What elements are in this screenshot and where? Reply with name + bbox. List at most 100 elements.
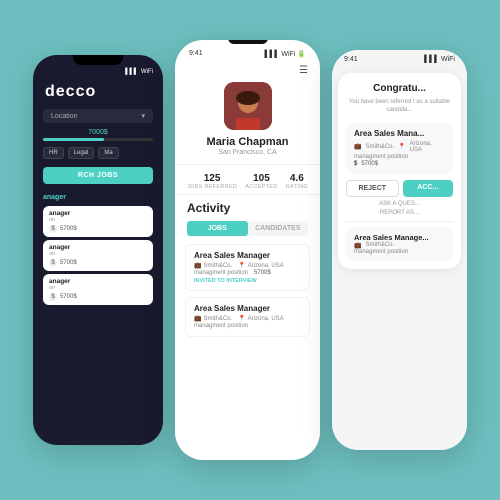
action-buttons: REJECT ACC... [346, 180, 453, 197]
ji-row-2: managment position 5700$ [194, 270, 301, 276]
job-location: on [49, 285, 147, 291]
salary-icon: $ [49, 293, 57, 301]
divider [346, 221, 453, 222]
phone-profile: 9:41 ▌▌▌ WiFi 🔋 ☰ Maria Chapman San Fran… [175, 40, 320, 460]
dropdown[interactable]: Location ▾ [43, 109, 153, 123]
ji-row-3: 💼 Smith&Co. 📍 Arizona, USA [194, 315, 301, 322]
stat-rating: 4.6 RATING [286, 173, 308, 190]
stat-jobs: 125 JOBS REFERRED [187, 173, 237, 190]
tag-hr[interactable]: HR [43, 147, 64, 159]
location-icon-3: 📍 [398, 143, 405, 150]
ask-question-link[interactable]: ASK A QUES... [346, 201, 453, 207]
salary-icon: $ [49, 259, 57, 267]
job-title: anager [49, 244, 147, 251]
role-row: managment position [354, 154, 445, 160]
dropdown-label: Location [51, 113, 77, 120]
ji-title-2: Area Sales Manager [194, 304, 301, 313]
tab-candidates[interactable]: CANDIDATES [248, 221, 309, 236]
signal-3: ▌▌▌ WiFi [424, 56, 455, 63]
user-name: Maria Chapman [175, 136, 320, 148]
location-icon: 📍 [238, 262, 245, 269]
signal-icons: ▌▌▌ WiFi 🔋 [265, 50, 306, 58]
ji-role: managment position [194, 270, 248, 276]
job-location: on [49, 251, 147, 257]
stat-label-jobs: JOBS REFERRED [187, 184, 237, 190]
reject-button[interactable]: REJECT [346, 180, 399, 197]
salary-label: 7000$ [43, 129, 153, 136]
salary-row-3: $ 5700$ [354, 161, 445, 167]
briefcase-icon: 💼 [194, 262, 201, 269]
stat-accepted: 105 ACCEPTED [245, 173, 277, 190]
salary-value: 5700$ [60, 294, 77, 300]
bottom-role-row: managment position [354, 249, 445, 255]
tag-legal[interactable]: Legal [68, 147, 95, 159]
avatar [224, 82, 272, 130]
stats-row: 125 JOBS REFERRED 105 ACCEPTED 4.6 RATIN… [175, 164, 320, 195]
ji-row-1: 💼 Smith&Co. 📍 Arizona, USA [194, 262, 301, 269]
salary-fill [43, 138, 104, 141]
job-card-3[interactable]: anager on $ 5700$ [43, 274, 153, 305]
congrats-modal: Congratu... You have been referred t as … [338, 73, 461, 269]
congrat-title: Congratu... [346, 83, 453, 94]
salary-row: $ 5700$ [49, 225, 147, 233]
salary-bar: 7000$ [43, 129, 153, 141]
job-title: anager [49, 210, 147, 217]
ji-company: Smith&Co. [203, 263, 232, 269]
stat-num-rating: 4.6 [286, 173, 308, 184]
salary-icon: $ [49, 225, 57, 233]
ji-company-2: Smith&Co. [203, 316, 232, 322]
menu-icon[interactable]: ☰ [175, 62, 320, 78]
ji-row-4: managment position [194, 323, 301, 329]
status-bar-3: 9:41 ▌▌▌ WiFi [332, 50, 467, 67]
dollar-icon: $ [354, 161, 357, 167]
signal-icon: ▌▌▌ [125, 69, 138, 75]
salary-track [43, 138, 153, 141]
salary-value: 5700$ [60, 226, 77, 232]
stat-label-accepted: ACCEPTED [245, 184, 277, 190]
ji-title-1: Area Sales Manager [194, 251, 301, 260]
notch-pill [228, 40, 268, 44]
congrat-subtitle: You have been referred t as a suitable c… [346, 98, 453, 115]
phone-congrats: 9:41 ▌▌▌ WiFi Congratu... You have been … [332, 50, 467, 450]
job-location: on [49, 217, 147, 223]
tab-jobs[interactable]: JOBS [187, 221, 248, 236]
salary-3: 5700$ [361, 161, 378, 167]
avatar-wrapper [175, 82, 320, 130]
job-card-2[interactable]: anager on $ 5700$ [43, 240, 153, 271]
status-bar: 9:41 ▌▌▌ WiFi 🔋 [175, 44, 320, 62]
user-location: San Francisco, CA [175, 149, 320, 156]
notch [73, 55, 123, 65]
ji-tag-invited: INVITED TO INTERVIEW [194, 278, 301, 284]
briefcase-icon-4: 💼 [354, 242, 361, 249]
job-item-1[interactable]: Area Sales Manager 💼 Smith&Co. 📍 Arizona… [185, 244, 310, 291]
phone-dark: ▌▌▌ WiFi decco Location ▾ 7000$ HR Legal… [33, 55, 163, 445]
briefcase-icon-3: 💼 [354, 143, 361, 150]
stat-label-rating: RATING [286, 184, 308, 190]
time-3: 9:41 [344, 56, 358, 63]
job-card-1[interactable]: anager on $ 5700$ [43, 206, 153, 237]
report-link[interactable]: REPORT AS... [346, 210, 453, 216]
ji-location-2: Arizona, USA [248, 316, 284, 322]
company-row: 💼 Smith&Co. 📍 Arizona, USA [354, 141, 445, 153]
company-name: Smith&Co. [365, 144, 394, 150]
ji-location-col-2: 📍 Arizona, USA [238, 315, 284, 322]
search-jobs-button[interactable]: RCH JOBS [43, 167, 153, 184]
bottom-role: managment position [354, 249, 408, 255]
tag-row: HR Legal Ma [33, 143, 163, 163]
ji-role-2: managment position [194, 323, 248, 329]
ji-company-col: 💼 Smith&Co. [194, 262, 232, 269]
bottom-company: Smith&Co. [365, 242, 394, 248]
area-sales-card: Area Sales Mana... 💼 Smith&Co. 📍 Arizona… [346, 123, 453, 174]
tag-ma[interactable]: Ma [98, 147, 118, 159]
salary-value: 5700$ [60, 260, 77, 266]
chevron-down-icon: ▾ [141, 112, 145, 120]
location-icon-2: 📍 [238, 315, 245, 322]
ji-salary: 5700$ [254, 270, 271, 276]
ji-location: Arizona, USA [248, 263, 284, 269]
accept-button[interactable]: ACC... [403, 180, 454, 197]
job-title: anager [49, 278, 147, 285]
job-item-2[interactable]: Area Sales Manager 💼 Smith&Co. 📍 Arizona… [185, 297, 310, 337]
bottom-job-card: Area Sales Manage... 💼 Smith&Co. managme… [346, 227, 453, 261]
section-manager: anager [33, 188, 163, 203]
avatar-image [224, 82, 272, 130]
